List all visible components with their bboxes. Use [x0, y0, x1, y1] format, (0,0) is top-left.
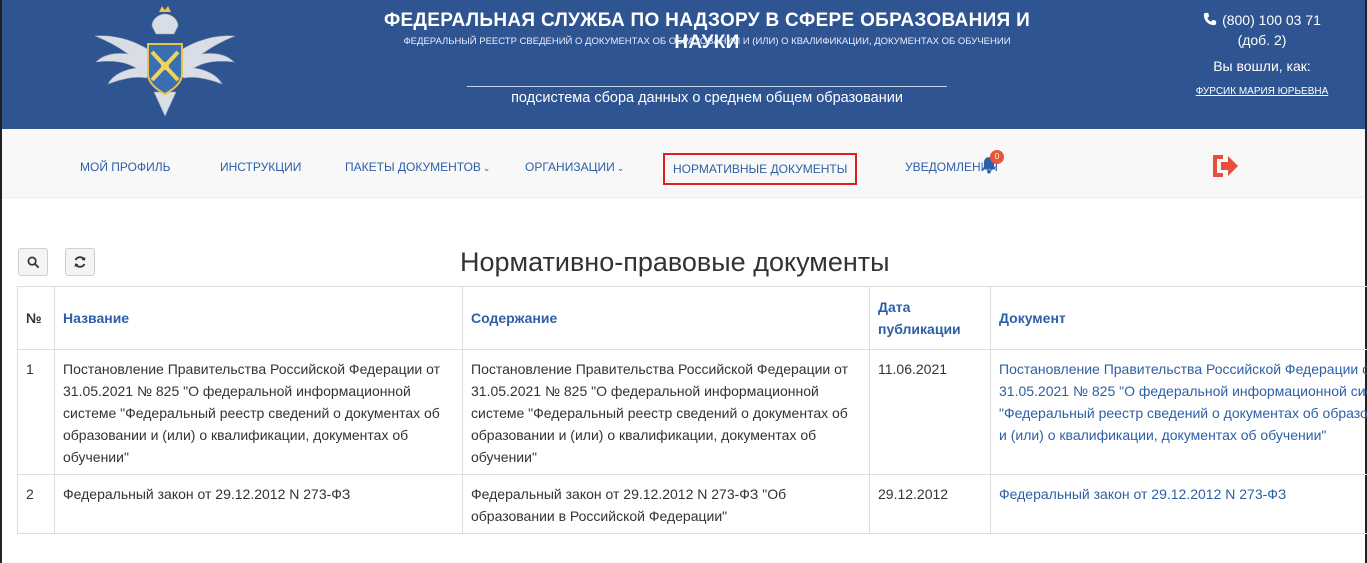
nav-my-profile[interactable]: МОЙ ПРОФИЛЬ: [80, 160, 171, 174]
nav-organizations[interactable]: ОРГАНИЗАЦИИ ⌄: [525, 160, 624, 174]
nav-organizations-label: ОРГАНИЗАЦИИ: [525, 160, 615, 174]
header-subtitle: ФЕДЕРАЛЬНЫЙ РЕЕСТР СВЕДЕНИЙ О ДОКУМЕНТАХ…: [403, 36, 1011, 47]
documents-table: № Название Содержание Дата публикации До…: [17, 286, 1367, 534]
table-row: 1 Постановление Правительства Российской…: [17, 349, 1367, 475]
search-icon: [27, 256, 39, 268]
table-row: 2 Федеральный закон от 29.12.2012 N 273-…: [17, 474, 1367, 534]
phone-ext: (доб. 2): [1237, 32, 1287, 48]
emblem-icon: [94, 6, 236, 117]
row-number: 2: [17, 474, 55, 534]
nav-instructions[interactable]: ИНСТРУКЦИИ: [220, 160, 301, 174]
logged-in-label: Вы вошли, как:: [1213, 58, 1311, 74]
header-divider: [467, 86, 947, 87]
sign-out-icon[interactable]: [1210, 153, 1240, 179]
row-document-link[interactable]: Федеральный закон от 29.12.2012 N 273-ФЗ: [990, 474, 1367, 534]
refresh-icon: [74, 256, 86, 268]
column-header-number: №: [17, 286, 55, 350]
row-name: Федеральный закон от 29.12.2012 N 273-ФЗ: [54, 474, 463, 534]
user-name-link[interactable]: ФУРСИК МАРИЯ ЮРЬЕВНА: [1182, 82, 1342, 102]
main-navbar: МОЙ ПРОФИЛЬ ИНСТРУКЦИИ ПАКЕТЫ ДОКУМЕНТОВ…: [2, 129, 1365, 198]
row-date: 29.12.2012: [869, 474, 991, 534]
phone-line: (800) 100 03 71: [1182, 10, 1342, 30]
row-name: Постановление Правительства Российской Ф…: [54, 349, 463, 475]
search-button[interactable]: [18, 248, 48, 276]
column-header-name[interactable]: Название: [54, 286, 463, 350]
row-document-link[interactable]: Постановление Правительства Российской Ф…: [990, 349, 1367, 475]
header-title: ФЕДЕРАЛЬНАЯ СЛУЖБА ПО НАДЗОРУ В СФЕРЕ ОБ…: [383, 10, 1031, 53]
contact-block: (800) 100 03 71 (доб. 2) Вы вошли, как: …: [1182, 10, 1342, 102]
phone-icon: [1203, 12, 1217, 26]
subsystem-title: подсистема сбора данных о среднем общем …: [511, 90, 903, 106]
page-title: Нормативно-правовые документы: [460, 247, 890, 277]
notifications-badge: 0: [990, 150, 1004, 164]
column-header-document[interactable]: Документ: [990, 286, 1367, 350]
table-header-row: № Название Содержание Дата публикации До…: [17, 286, 1367, 350]
phone-number: (800) 100 03 71: [1222, 12, 1321, 28]
nav-normative-documents[interactable]: НОРМАТИВНЫЕ ДОКУМЕНТЫ: [663, 153, 858, 185]
site-header: ФЕДЕРАЛЬНАЯ СЛУЖБА ПО НАДЗОРУ В СФЕРЕ ОБ…: [2, 0, 1365, 129]
column-header-date[interactable]: Дата публикации: [869, 286, 991, 350]
refresh-button[interactable]: [65, 248, 95, 276]
nav-document-packages-label: ПАКЕТЫ ДОКУМЕНТОВ: [345, 160, 481, 174]
row-number: 1: [17, 349, 55, 475]
chevron-down-icon: ⌄: [482, 163, 491, 173]
row-date: 11.06.2021: [869, 349, 991, 475]
chevron-down-icon: ⌄: [616, 163, 625, 173]
nav-document-packages[interactable]: ПАКЕТЫ ДОКУМЕНТОВ ⌄: [345, 160, 490, 174]
row-content: Федеральный закон от 29.12.2012 N 273-ФЗ…: [462, 474, 870, 534]
row-content: Постановление Правительства Российской Ф…: [462, 349, 870, 475]
column-header-content[interactable]: Содержание: [462, 286, 870, 350]
